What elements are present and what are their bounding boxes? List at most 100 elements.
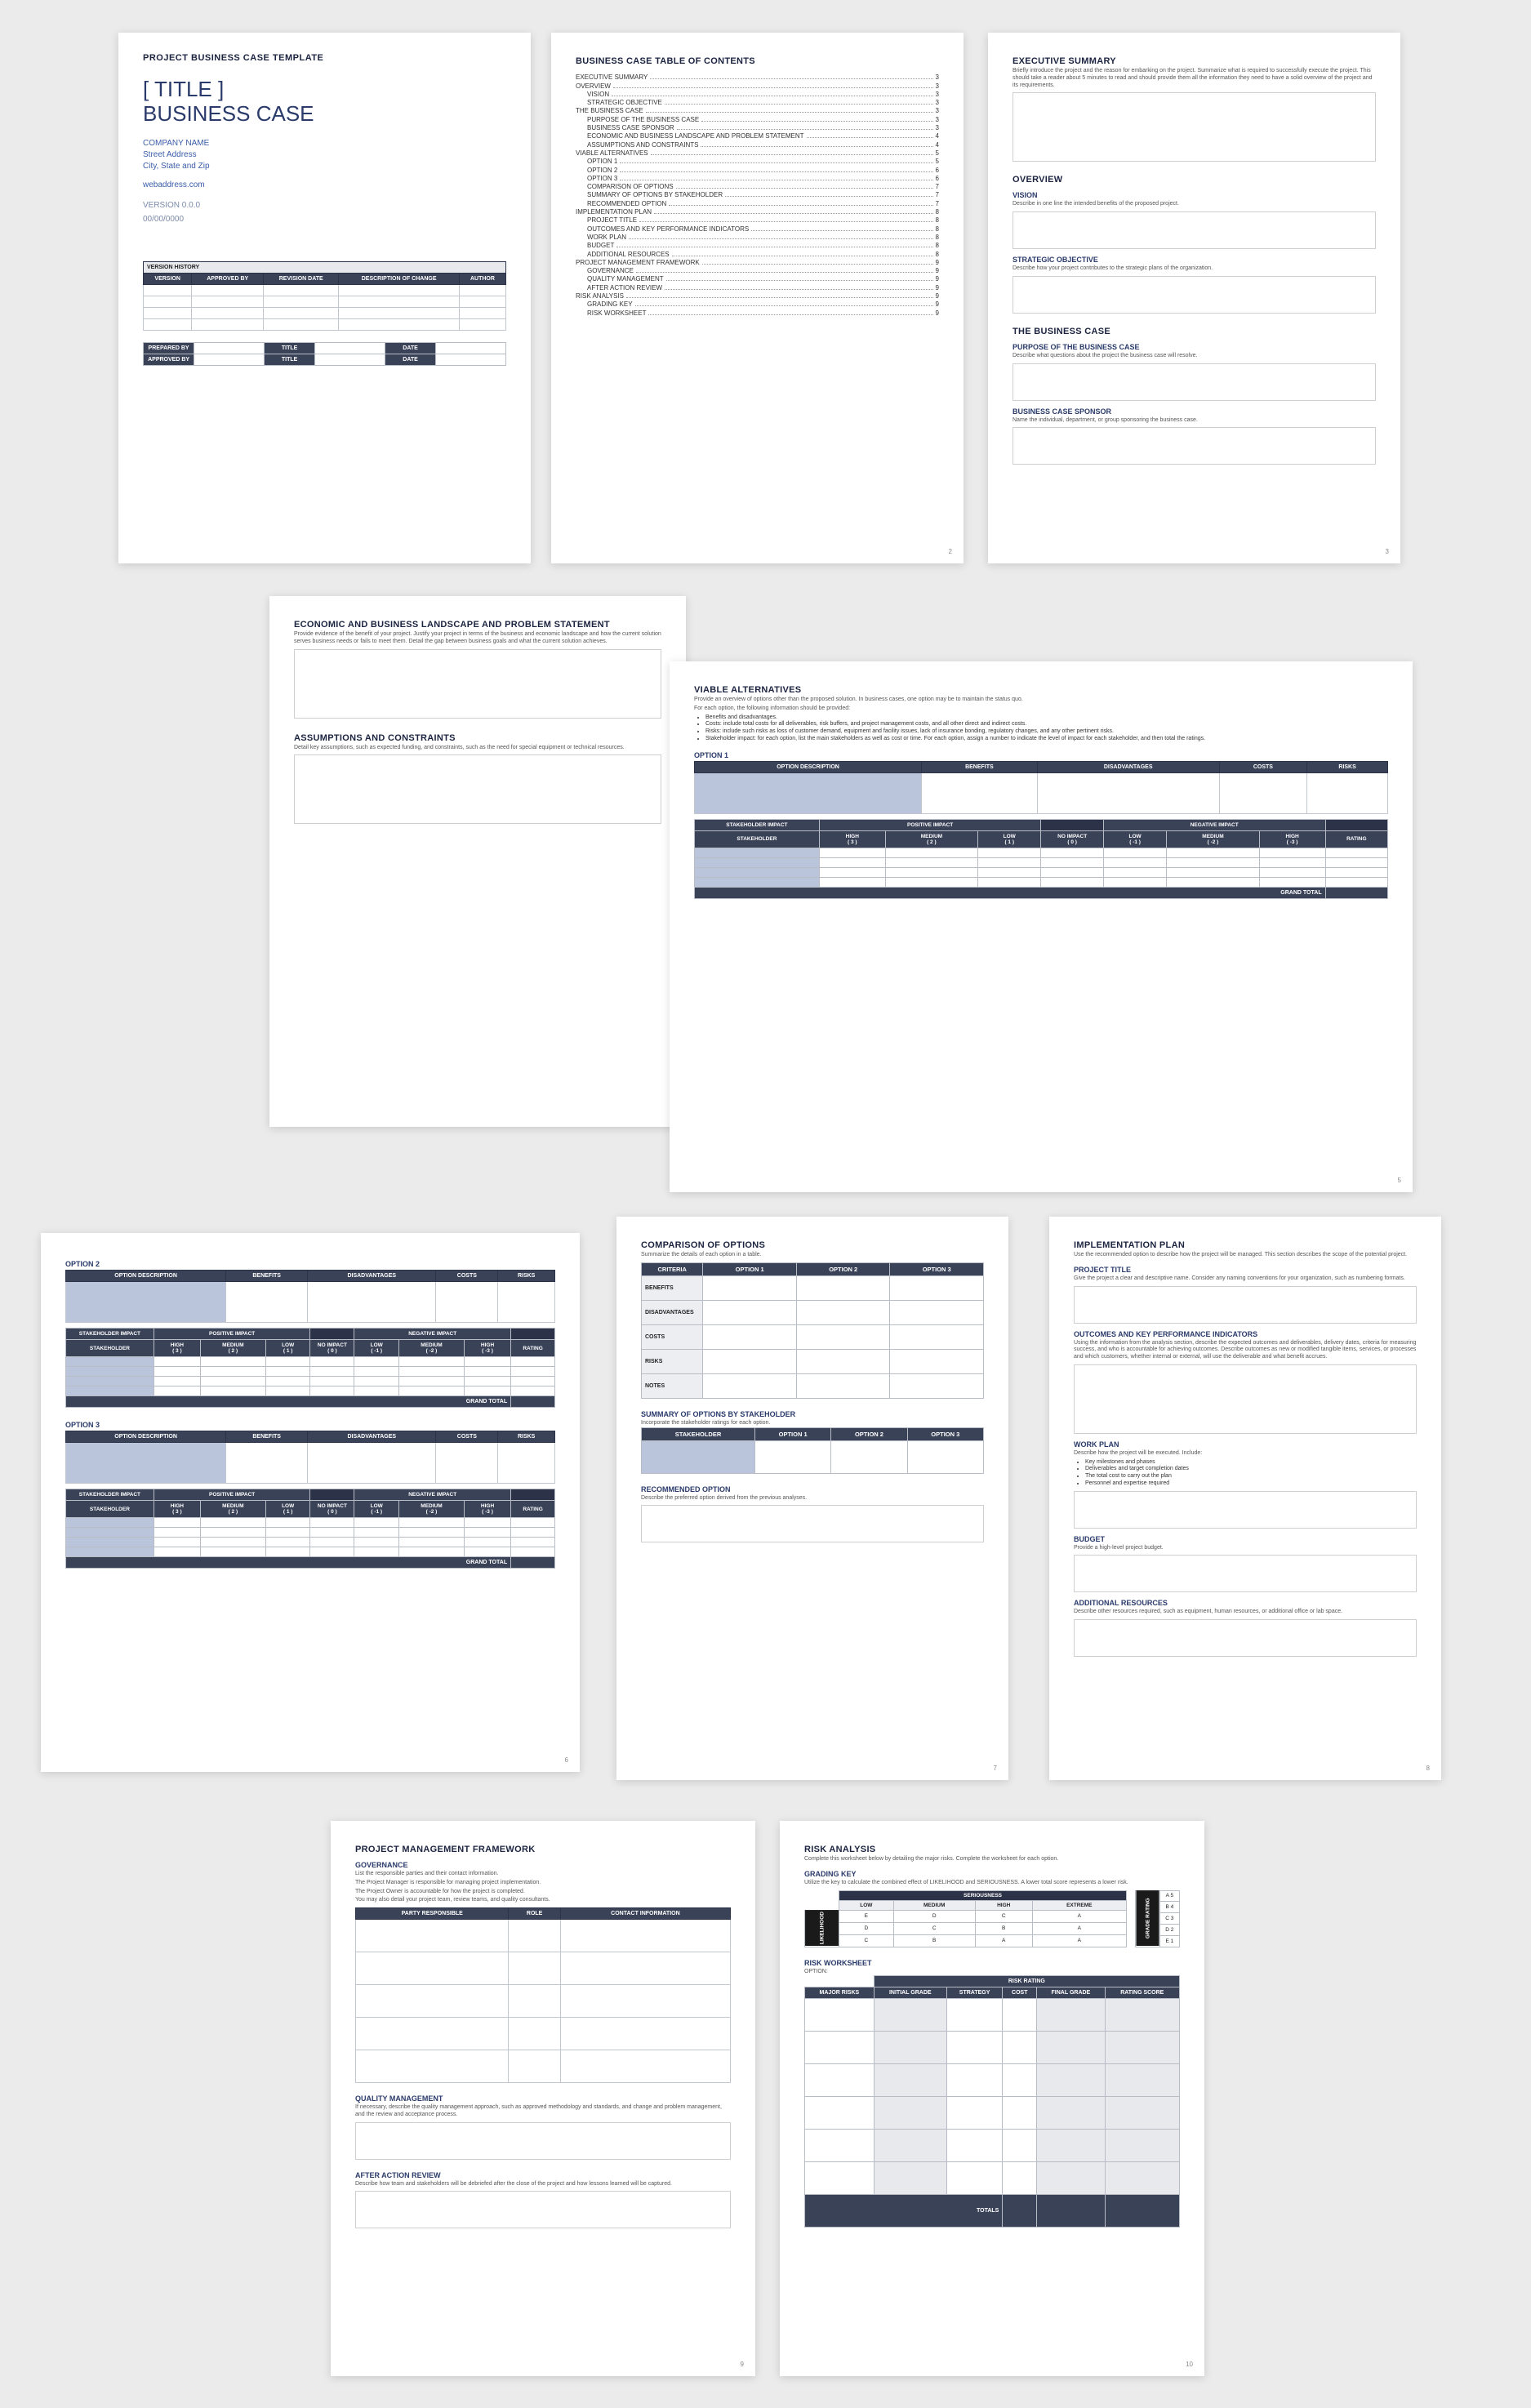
approved-by-label: APPROVED BY xyxy=(144,354,194,365)
toc-item: OUTCOMES AND KEY PERFORMANCE INDICATORS8 xyxy=(576,225,939,233)
ws-score: RATING SCORE xyxy=(1105,1987,1179,1999)
comp-disadv: DISADVANTAGES xyxy=(642,1300,703,1324)
page-7-comparison: COMPARISON OF OPTIONS Summarize the deta… xyxy=(616,1217,1008,1780)
page-10-risk: RISK ANALYSIS Complete this worksheet be… xyxy=(780,1821,1204,2376)
prepared-title-label: TITLE xyxy=(265,342,315,354)
grading-key-table: SERIOUSNESS LOW MEDIUM HIGH EXTREME LIKE… xyxy=(804,1890,1127,1947)
gk-grade-rating: GRADE RATING xyxy=(1136,1890,1160,1947)
risk-desc: Complete this worksheet below by detaili… xyxy=(804,1856,1180,1863)
page-5-alternatives: VIABLE ALTERNATIVES Provide an overview … xyxy=(670,661,1413,1192)
sum-o1: OPTION 1 xyxy=(754,1427,830,1440)
vision-desc: Describe in one line the intended benefi… xyxy=(1013,201,1376,208)
gk-high: HIGH xyxy=(975,1900,1032,1910)
doc-title: [ TITLE ] BUSINESS CASE xyxy=(143,78,506,127)
aar-desc: Describe how team and stakeholders will … xyxy=(355,2181,731,2188)
ws-cost: COST xyxy=(1003,1987,1037,1999)
toc-item: AFTER ACTION REVIEW9 xyxy=(576,284,939,292)
comparison-table: CRITERIA OPTION 1 OPTION 2 OPTION 3 BENE… xyxy=(641,1262,984,1399)
page-number: 7 xyxy=(994,1765,997,1772)
budget-h: BUDGET xyxy=(1074,1535,1417,1543)
recommended-box xyxy=(641,1505,984,1542)
option2-table: OPTION DESCRIPTIONBENEFITSDISADVANTAGESC… xyxy=(65,1270,555,1408)
project-title-box xyxy=(1074,1286,1417,1324)
page-number: 2 xyxy=(949,548,952,555)
option2-h: OPTION 2 xyxy=(65,1260,555,1268)
pm-h: PROJECT MANAGEMENT FRAMEWORK xyxy=(355,1845,731,1854)
approved-date-label: DATE xyxy=(385,354,436,365)
vision-h: VISION xyxy=(1013,191,1376,199)
workplan-desc: Describe how the project will be execute… xyxy=(1074,1450,1417,1458)
overview-h: OVERVIEW xyxy=(1013,175,1376,185)
qm-box xyxy=(355,2122,731,2160)
comp-criteria: CRITERIA xyxy=(642,1262,703,1275)
toc-list: EXECUTIVE SUMMARY3OVERVIEW3VISION3STRATE… xyxy=(576,73,939,316)
alt-b3: Risks: include such risks as loss of cus… xyxy=(705,728,1388,736)
vh-col-revdate: REVISION DATE xyxy=(264,273,339,284)
workplan-h: WORK PLAN xyxy=(1074,1440,1417,1449)
recommended-desc: Describe the preferred option derived fr… xyxy=(641,1495,984,1502)
toc-item: PROJECT MANAGEMENT FRAMEWORK9 xyxy=(576,259,939,266)
summary-table: STAKEHOLDER OPTION 1 OPTION 2 OPTION 3 xyxy=(641,1427,984,1474)
resources-desc: Describe other resources required, such … xyxy=(1074,1609,1417,1616)
ws-h: RISK WORKSHEET xyxy=(804,1959,1180,1967)
aar-h: AFTER ACTION REVIEW xyxy=(355,2171,731,2179)
kpi-box xyxy=(1074,1364,1417,1434)
comp-costs: COSTS xyxy=(642,1324,703,1349)
gov-d4: You may also detail your project team, r… xyxy=(355,1897,731,1904)
impl-desc: Use the recommended option to describe h… xyxy=(1074,1252,1417,1259)
toc-item: RECOMMENDED OPTION7 xyxy=(576,200,939,207)
toc-item: SUMMARY OF OPTIONS BY STAKEHOLDER7 xyxy=(576,191,939,198)
alt-b1: Benefits and disadvantages. xyxy=(705,714,1388,722)
exec-summary-desc: Briefly introduce the project and the re… xyxy=(1013,68,1376,89)
sponsor-desc: Name the individual, department, or grou… xyxy=(1013,417,1376,425)
purpose-box xyxy=(1013,363,1376,401)
gov-col-contact: CONTACT INFORMATION xyxy=(560,1908,730,1920)
gk-extreme: EXTREME xyxy=(1032,1900,1126,1910)
kpi-desc: Using the information from the analysis … xyxy=(1074,1340,1417,1361)
toc-title: BUSINESS CASE TABLE OF CONTENTS xyxy=(576,56,939,66)
toc-item: IMPLEMENTATION PLAN8 xyxy=(576,208,939,216)
strategic-box xyxy=(1013,276,1376,314)
budget-desc: Provide a high-level project budget. xyxy=(1074,1545,1417,1552)
summary-desc: Incorporate the stakeholder ratings for … xyxy=(641,1420,984,1427)
company-block: COMPANY NAME Street Address City, State … xyxy=(143,138,506,172)
ws-strategy: STRATEGY xyxy=(946,1987,1003,1999)
wp-b4: Personnel and expertise required xyxy=(1085,1480,1417,1488)
impl-h: IMPLEMENTATION PLAN xyxy=(1074,1240,1417,1250)
page-number: 10 xyxy=(1186,2361,1193,2368)
comparison-h: COMPARISON OF OPTIONS xyxy=(641,1240,984,1250)
alternatives-desc1: Provide an overview of options other tha… xyxy=(694,697,1388,704)
page-number: 9 xyxy=(741,2361,744,2368)
toc-item: EXECUTIVE SUMMARY3 xyxy=(576,73,939,81)
workplan-box xyxy=(1074,1491,1417,1529)
page-number: 5 xyxy=(1398,1177,1401,1184)
wp-b2: Deliverables and target completion dates xyxy=(1085,1466,1417,1473)
gk-likelihood: LIKELIHOOD xyxy=(805,1910,839,1947)
page-8-implementation: IMPLEMENTATION PLAN Use the recommended … xyxy=(1049,1217,1441,1780)
comp-opt2: OPTION 2 xyxy=(796,1262,890,1275)
ws-initgrade: INITIAL GRADE xyxy=(874,1987,946,1999)
gov-d2: The Project Manager is responsible for m… xyxy=(355,1880,731,1887)
gk-h: GRADING KEY xyxy=(804,1870,1180,1878)
exec-summary-h: EXECUTIVE SUMMARY xyxy=(1013,56,1376,66)
option1-h: OPTION 1 xyxy=(694,751,1388,759)
page-3-exec: EXECUTIVE SUMMARY Briefly introduce the … xyxy=(988,33,1400,563)
kpi-h: OUTCOMES AND KEY PERFORMANCE INDICATORS xyxy=(1074,1330,1417,1338)
gk-low: LOW xyxy=(839,1900,894,1910)
prepared-date-label: DATE xyxy=(385,342,436,354)
exec-summary-box xyxy=(1013,92,1376,162)
toc-item: STRATEGIC OBJECTIVE3 xyxy=(576,99,939,106)
gov-col-role: ROLE xyxy=(509,1908,560,1920)
toc-item: VISION3 xyxy=(576,91,939,98)
strategic-desc: Describe how your project contributes to… xyxy=(1013,265,1376,273)
toc-item: GOVERNANCE9 xyxy=(576,267,939,274)
gk-seriousness: SERIOUSNESS xyxy=(839,1890,1127,1900)
gov-d1: List the responsible parties and their c… xyxy=(355,1871,731,1878)
vh-col-desc: DESCRIPTION OF CHANGE xyxy=(339,273,460,284)
sum-stk: STAKEHOLDER xyxy=(642,1427,755,1440)
risk-worksheet-table: RISK RATING MAJOR RISKS INITIAL GRADE ST… xyxy=(804,1975,1180,2228)
landscape-box xyxy=(294,649,661,719)
gk-medium: MEDIUM xyxy=(893,1900,975,1910)
project-title-h: PROJECT TITLE xyxy=(1074,1266,1417,1274)
toc-item: VIABLE ALTERNATIVES5 xyxy=(576,149,939,157)
